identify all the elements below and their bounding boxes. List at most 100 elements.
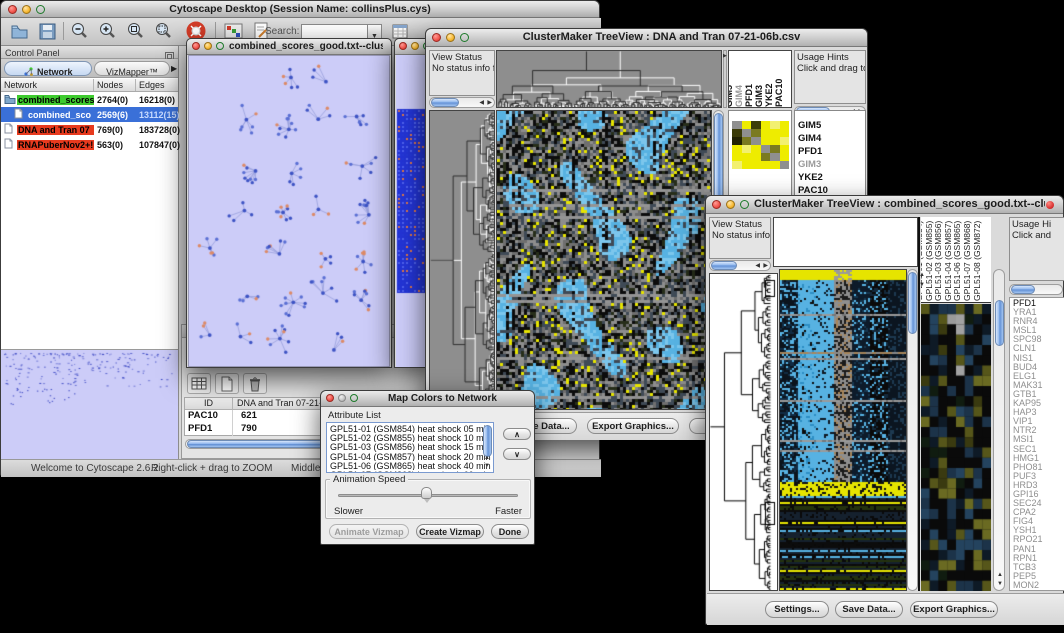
toolbar-divider — [63, 22, 64, 40]
tv1-column-dendrogram[interactable] — [496, 50, 722, 108]
move-up-button[interactable]: ∧ — [503, 428, 531, 440]
gene-label[interactable]: MON2 — [1013, 581, 1064, 590]
tv2-hints-hscrollbar[interactable] — [1009, 284, 1063, 295]
zoom-window-icon[interactable] — [740, 200, 749, 209]
tabs-overflow-button[interactable]: ▶ — [171, 64, 177, 73]
column-header-network[interactable]: Network — [1, 79, 94, 91]
tv1-row-label[interactable]: GIM4 — [798, 133, 865, 146]
zoom-in-icon[interactable] — [97, 21, 118, 47]
minimize-icon[interactable] — [338, 394, 346, 402]
tv2-column-dendrogram[interactable] — [773, 217, 918, 267]
column-header-edges[interactable]: Edges — [136, 79, 178, 91]
new-attribute-icon[interactable] — [215, 373, 239, 394]
network-list-row[interactable]: combined_scores2764(0)16218(0) — [1, 92, 178, 107]
control-panel-tabs: Network VizMapper™ ▶ — [1, 59, 178, 78]
main-title-bar[interactable]: Cytoscape Desktop (Session Name: collins… — [1, 1, 599, 18]
attribute-list[interactable]: GPL51-01 (GSM854) heat shock 05 minGPL51… — [326, 422, 494, 473]
tv2-divider-up-arrow[interactable]: ▲ — [919, 272, 925, 278]
tv1-zoom-heatmap[interactable] — [732, 121, 789, 169]
minimize-icon[interactable] — [411, 42, 419, 50]
tv2-divider-down-arrow[interactable]: ▼ — [919, 282, 925, 288]
tv1-row-dendrogram[interactable] — [429, 110, 495, 410]
list-item[interactable]: GPL51-02 (GSM855) heat shock 10 min — [330, 433, 493, 442]
list-scroll-down-icon[interactable]: ▼ — [484, 463, 490, 469]
tv2-status-hscrollbar[interactable]: ◀▶ — [709, 260, 771, 271]
tv2-heatmap-vscrollbar[interactable] — [907, 269, 918, 591]
open-file-icon[interactable] — [9, 21, 30, 47]
tv2-zoom-vscrollbar[interactable]: ▲▼ — [993, 269, 1005, 591]
tv1-column-label[interactable]: YKE2 — [764, 83, 774, 107]
tv1-row-label[interactable]: GIM3 — [798, 159, 865, 172]
tv2-column-label[interactable]: GPL51-08 (GSM872) — [972, 221, 982, 301]
minimize-icon[interactable] — [22, 5, 31, 14]
network-list-row[interactable]: RNAPuberNov2+!563(0)107847(0) — [1, 137, 178, 152]
network-canvas[interactable] — [189, 56, 389, 366]
data-column-id[interactable]: ID — [185, 398, 233, 409]
tv1-status-hscrollbar[interactable]: ◀▶ — [429, 97, 495, 108]
tv1-row-label[interactable]: GIM5 — [798, 120, 865, 133]
tv1-column-label[interactable]: PAC10 — [774, 79, 784, 107]
tv1-column-label[interactable]: PFD1 — [744, 84, 754, 107]
attribute-list-scrollthumb[interactable] — [483, 425, 492, 457]
close-icon[interactable] — [712, 200, 721, 209]
birds-eye-view[interactable] — [1, 349, 178, 459]
search-input[interactable] — [301, 24, 367, 39]
column-header-nodes[interactable]: Nodes — [94, 79, 136, 91]
tv2-save-data-button[interactable]: Save Data... — [835, 601, 903, 618]
tv1-column-label[interactable]: GIM4 — [734, 85, 744, 107]
close-icon[interactable] — [8, 5, 17, 14]
table-mode-icon[interactable] — [187, 373, 211, 394]
zoom-window-icon[interactable] — [216, 42, 224, 50]
network-list-row[interactable]: DNA and Tran 07769(0)183728(0) — [1, 122, 178, 137]
tv2-export-graphics-button[interactable]: Export Graphics... — [910, 601, 998, 618]
zoom-window-icon[interactable] — [36, 5, 45, 14]
tv1-heatmap[interactable] — [496, 110, 712, 410]
create-vizmap-button[interactable]: Create Vizmap — [416, 524, 484, 539]
tv2-column-label[interactable]: GPL51-06 (GSM865) — [952, 221, 962, 301]
list-item[interactable]: GPL51-03 (GSM856) heat shock 15 min — [330, 442, 493, 451]
tv1-export-graphics-button[interactable]: Export Graphics... — [587, 418, 679, 434]
close-icon[interactable] — [432, 33, 441, 42]
treeview1-title-bar[interactable]: ClusterMaker TreeView : DNA and Tran 07-… — [426, 29, 867, 47]
tab-network[interactable]: Network — [4, 61, 92, 76]
animation-speed-label: Animation Speed — [330, 474, 408, 485]
tv2-settings-button[interactable]: Settings... — [765, 601, 829, 618]
tv2-heatmap[interactable] — [779, 269, 907, 591]
close-icon[interactable] — [326, 394, 334, 402]
speed-slider-thumb[interactable] — [421, 487, 432, 499]
delete-attribute-trash-icon[interactable] — [243, 373, 267, 394]
search-dropdown-button[interactable]: ▼ — [367, 24, 382, 39]
tv2-column-label[interactable]: GPL51-03 (GSM856) — [933, 221, 943, 301]
move-down-button[interactable]: ∨ — [503, 448, 531, 460]
tv2-row-dendrogram[interactable] — [709, 273, 778, 591]
close-icon[interactable] — [399, 42, 407, 50]
minimize-icon[interactable] — [726, 200, 735, 209]
tv2-zoom-heatmap[interactable] — [921, 304, 991, 591]
animate-vizmap-button[interactable]: Animate Vizmap — [329, 524, 409, 539]
network-list-row[interactable]: combined_sco2569(6)13112(15) — [1, 107, 178, 122]
tv1-column-label[interactable]: GIM3 — [754, 85, 764, 107]
network-window-title-bar[interactable]: combined_scores_good.txt--cluste... — [187, 39, 391, 55]
list-item[interactable]: GPL51-06 (GSM865) heat shock 40 min — [330, 461, 493, 470]
zoom-fit-icon[interactable] — [125, 21, 146, 47]
tab-vizmapper[interactable]: VizMapper™ — [94, 61, 170, 76]
list-scroll-up-icon[interactable]: ▲ — [484, 455, 490, 461]
treeview2-title-bar[interactable]: ClusterMaker TreeView : combined_scores_… — [706, 196, 1063, 214]
dialog-title-bar[interactable]: Map Colors to Network — [321, 391, 534, 407]
save-icon[interactable] — [37, 21, 58, 47]
list-item[interactable]: GPL51-07 (GSM868) heat shock 60 min — [330, 470, 493, 473]
zoom-selected-icon[interactable] — [153, 21, 174, 47]
minimize-icon[interactable] — [446, 33, 455, 42]
close-icon[interactable] — [192, 42, 200, 50]
list-item[interactable]: GPL51-01 (GSM854) heat shock 05 min — [330, 424, 493, 433]
zoom-window-icon[interactable] — [350, 394, 358, 402]
list-item[interactable]: GPL51-04 (GSM857) heat shock 20 min — [330, 452, 493, 461]
tv1-splitter[interactable]: ▶ — [723, 50, 727, 108]
zoom-window-icon[interactable] — [460, 33, 469, 42]
zoom-out-icon[interactable] — [69, 21, 90, 47]
tv2-column-label[interactable]: GPL51-07 (GSM868) — [962, 221, 972, 301]
tv1-row-label[interactable]: PFD1 — [798, 146, 865, 159]
done-button[interactable]: Done — [491, 524, 529, 539]
minimize-icon[interactable] — [204, 42, 212, 50]
tv1-row-label[interactable]: YKE2 — [798, 172, 865, 185]
